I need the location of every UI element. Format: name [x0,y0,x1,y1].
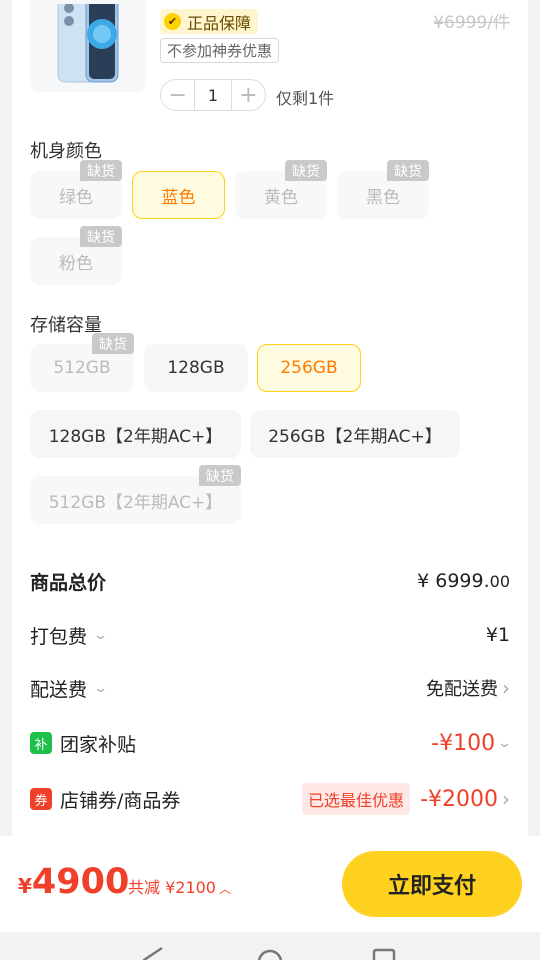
order-card: ✔ 正品保障 不参加神券优惠 ¥6999/件 − 1 + 仅剩1件 机身颜色 绿… [12,0,528,836]
quantity-value[interactable]: 1 [194,80,232,110]
total-price-label: 商品总价 [30,571,107,594]
color-option-yellow[interactable]: 黄色 缺货 [235,160,327,219]
minus-icon: − [168,82,187,108]
chevron-down-icon: ⌄ [92,627,109,643]
color-option-green[interactable]: 绿色 缺货 [30,160,122,219]
storage-option-256gb-ac[interactable]: 256GB【2年期AC+】 [250,410,460,458]
storage-option-label: 128GB [167,358,225,378]
pay-total: ¥ 4900 [18,862,129,902]
subsidy-label: 团家补贴 [60,733,137,756]
saved-amount-label: 共减 ¥2100 [128,878,216,897]
chevron-right-icon: › [502,787,510,811]
color-option-black[interactable]: 黑色 缺货 [337,160,429,219]
coupon-value: -¥2000 [420,786,498,812]
coupon-row[interactable]: 券 店铺券/商品券 已选最佳优惠 -¥2000 › [30,783,510,815]
chevron-right-icon: › [502,676,510,700]
color-option-label: 黄色 [264,187,298,208]
out-of-stock-tag: 缺货 [80,226,122,247]
total-price-row: 商品总价 ¥ 6999. 00 [30,566,510,596]
back-icon[interactable] [142,946,163,960]
currency-symbol: ¥ [18,874,32,898]
system-nav-bar [0,932,540,960]
plus-icon: + [239,82,258,108]
color-option-blue[interactable]: 蓝色 [132,171,225,219]
pay-now-button[interactable]: 立即支付 [342,851,522,917]
product-thumbnail [30,0,146,92]
out-of-stock-tag: 缺货 [285,160,327,181]
storage-option-128gb[interactable]: 128GB [144,344,248,392]
storage-option-512gb-ac[interactable]: 512GB【2年期AC+】 缺货 [30,465,241,524]
stock-note: 仅剩1件 [276,89,335,108]
saved-amount[interactable]: 共减 ¥2100 ︿ [128,874,231,898]
original-price: ¥6999/件 [433,13,510,33]
storage-section-title: 存储容量 [30,315,102,336]
storage-option-label: 256GB [280,358,338,378]
color-option-label: 粉色 [59,253,93,274]
no-coupon-badge: 不参加神券优惠 [160,38,280,63]
storage-option-label: 512GB [53,358,111,378]
color-option-label: 绿色 [59,187,93,208]
delivery-fee-row[interactable]: 配送费 ⌄ 免配送费 › [30,673,510,703]
storage-option-128gb-ac[interactable]: 128GB【2年期AC+】 [30,410,241,458]
delivery-fee-value: 免配送费 [426,679,498,700]
packing-fee-label: 打包费 [30,625,88,648]
color-option-label: 黑色 [366,187,400,208]
color-option-pink[interactable]: 粉色 缺货 [30,226,122,285]
home-icon[interactable] [257,949,283,960]
out-of-stock-tag: 缺货 [199,465,241,486]
subsidy-icon: 补 [30,732,52,754]
chevron-down-icon: ⌄ [92,680,109,696]
storage-option-label: 128GB【2年期AC+】 [48,426,223,447]
out-of-stock-tag: 缺货 [92,333,134,354]
color-option-label: 蓝色 [161,187,196,208]
pay-total-amount: 4900 [31,862,130,902]
decrease-button[interactable]: − [161,80,194,110]
increase-button[interactable]: + [232,80,265,110]
phone-image-icon [57,4,119,83]
subsidy-row[interactable]: 补 团家补贴 -¥100 ⌄ [30,728,513,758]
total-price-integer: ¥ 6999. [417,570,490,592]
subsidy-value: -¥100 [431,730,496,756]
storage-option-label: 512GB【2年期AC+】 [48,492,223,513]
storage-option-256gb[interactable]: 256GB [257,344,361,392]
total-price-decimal: 00 [489,571,510,591]
genuine-guarantee-label: 正品保障 [187,13,252,33]
packing-fee-value: ¥1 [485,624,510,646]
check-icon: ✔ [164,13,181,30]
genuine-guarantee-badge: ✔ 正品保障 [160,9,259,34]
delivery-fee-label: 配送费 [30,678,88,701]
storage-option-512gb[interactable]: 512GB 缺货 [30,333,134,392]
out-of-stock-tag: 缺货 [387,160,429,181]
chevron-down-icon: ⌄ [496,735,513,751]
quantity-stepper: − 1 + [160,79,266,111]
chevron-up-icon: ︿ [219,882,232,896]
packing-fee-row[interactable]: 打包费 ⌄ ¥1 [30,620,510,650]
out-of-stock-tag: 缺货 [80,160,122,181]
checkout-bar: ¥ 4900 共减 ¥2100 ︿ 立即支付 [0,836,540,932]
coupon-label: 店铺券/商品券 [60,789,181,812]
coupon-icon: 券 [30,788,52,810]
storage-option-label: 256GB【2年期AC+】 [268,426,442,447]
best-offer-badge: 已选最佳优惠 [302,783,411,815]
recents-icon[interactable] [372,948,396,960]
total-price-value: ¥ 6999. 00 [417,570,510,592]
